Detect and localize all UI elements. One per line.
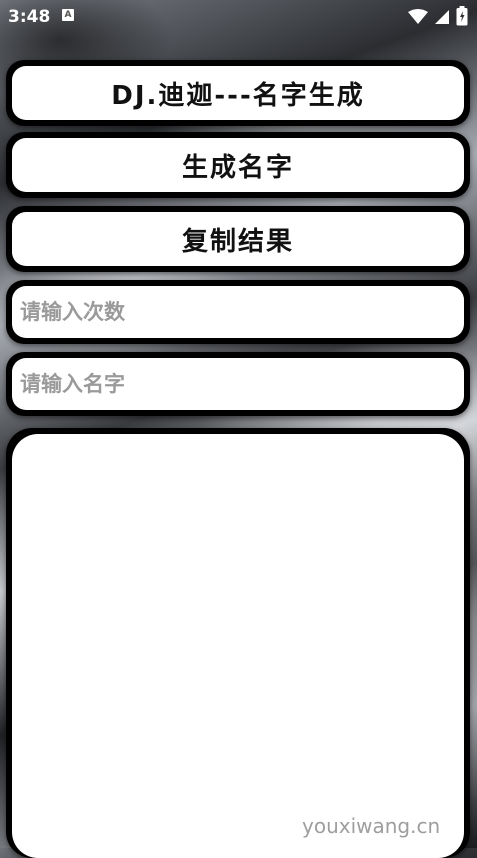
name-field-container xyxy=(6,352,470,416)
result-container xyxy=(6,428,470,858)
status-bar: 3:48 A xyxy=(0,0,477,34)
notification-a-icon: A xyxy=(62,9,74,21)
title-label: DJ.迪迦---名字生成 xyxy=(111,80,365,111)
count-input[interactable] xyxy=(12,300,464,324)
generate-name-button[interactable]: 生成名字 xyxy=(6,132,470,198)
status-time: 3:48 xyxy=(8,7,51,27)
name-input[interactable] xyxy=(12,372,464,396)
title-button[interactable]: DJ.迪迦---名字生成 xyxy=(6,60,470,126)
signal-icon xyxy=(435,10,449,24)
copy-result-label: 复制结果 xyxy=(181,226,294,257)
wifi-icon xyxy=(408,9,428,24)
copy-result-button[interactable]: 复制结果 xyxy=(6,206,470,272)
generate-name-label: 生成名字 xyxy=(181,152,294,183)
watermark: youxiwang.cn xyxy=(302,814,441,838)
result-textarea[interactable] xyxy=(12,434,464,858)
battery-icon xyxy=(456,6,468,26)
count-field-container xyxy=(6,280,470,344)
